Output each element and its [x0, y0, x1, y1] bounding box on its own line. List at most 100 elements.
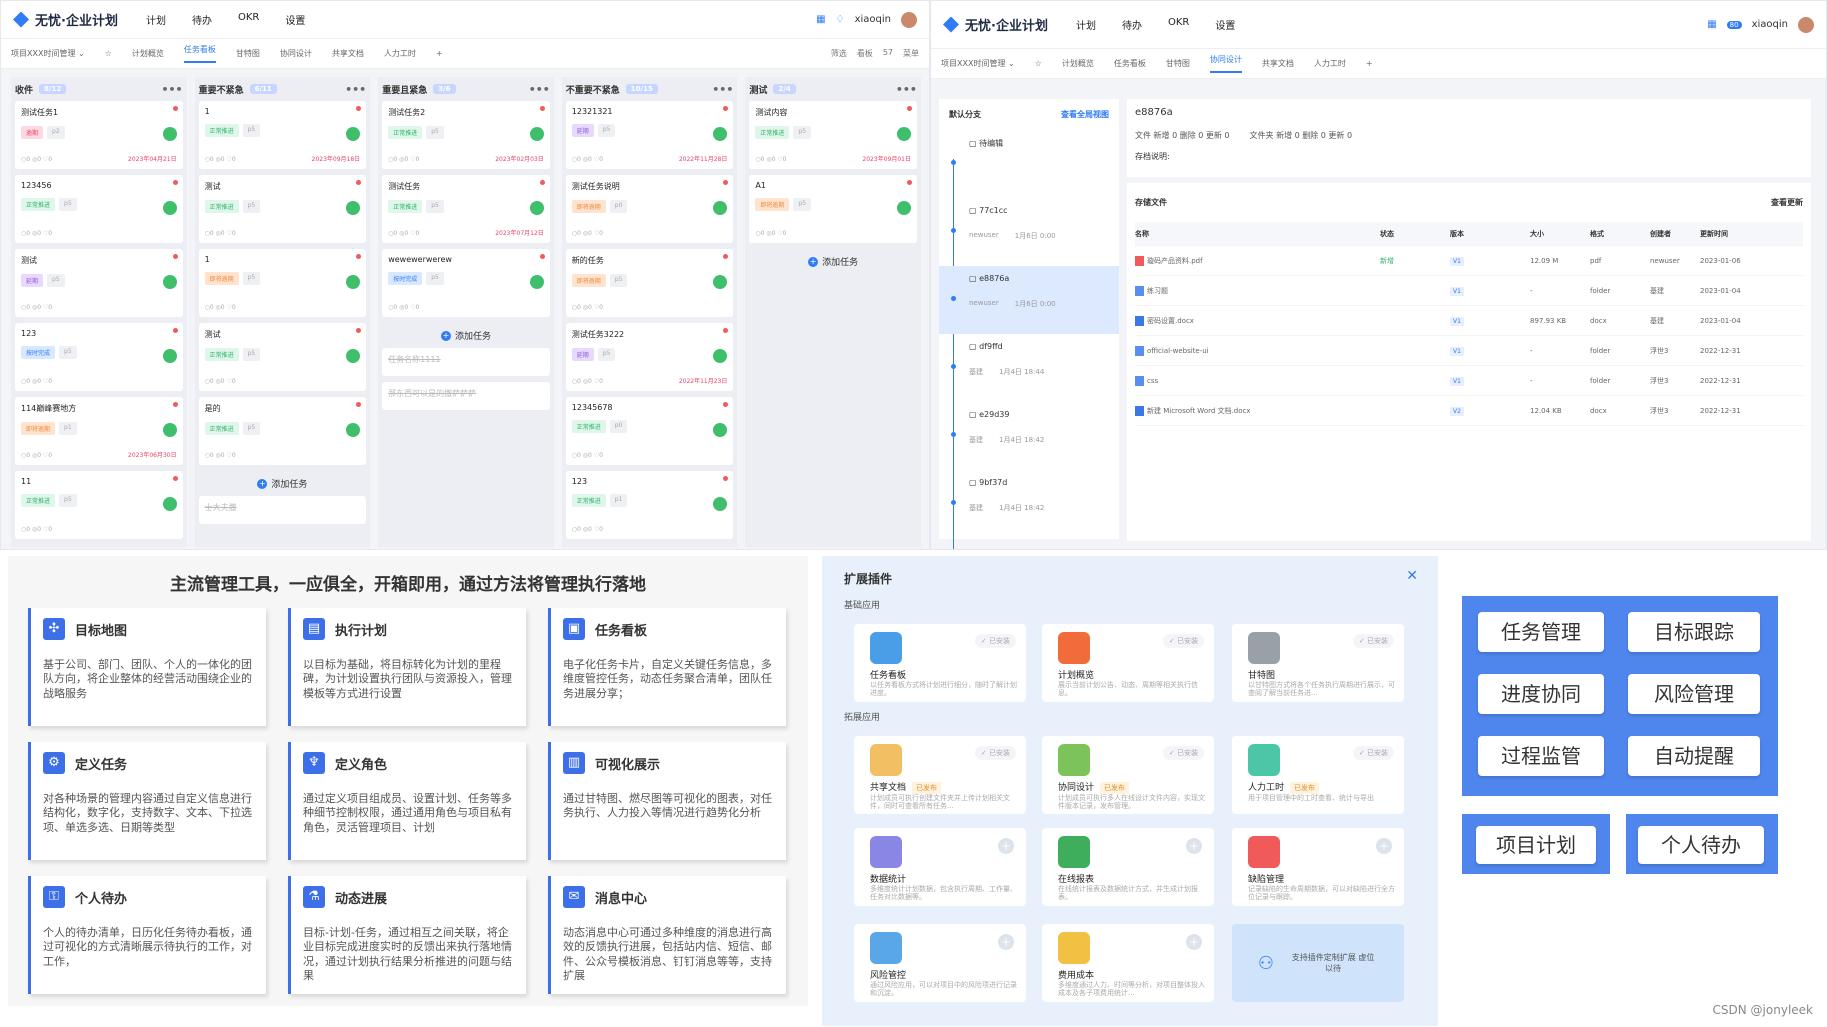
task-card[interactable]: 测试任务1 逾期 p2 ○0 ◎0 ♡0 2023年04月21日 — [15, 101, 183, 169]
add-task-button[interactable]: + 添加任务 — [199, 471, 367, 496]
assignee-avatar[interactable] — [529, 275, 544, 289]
tab-item[interactable]: 共享文档 — [1262, 58, 1294, 69]
tab-item[interactable]: 甘特图 — [236, 48, 260, 59]
completed-task[interactable]: 任务名称1111 — [382, 348, 550, 376]
assignee-avatar[interactable] — [713, 127, 728, 141]
more-icon[interactable]: ••• — [896, 83, 917, 96]
global-view-link[interactable]: 查看全局视图 — [1061, 109, 1109, 120]
tab-item[interactable]: 协同设计 — [280, 48, 312, 59]
add-plugin-icon[interactable]: + — [998, 838, 1014, 854]
assignee-avatar[interactable] — [162, 349, 177, 363]
assignee-avatar[interactable] — [162, 423, 177, 437]
plugin-card[interactable]: 数据统计 多维度统计计划数据，包含执行周期、工作量、任务对比数据等。 + — [854, 828, 1026, 906]
task-card[interactable]: 测试 正常推进 p5 ○0 ◎0 ♡0 — [198, 323, 367, 391]
project-plan-button[interactable]: 项目计划 — [1476, 826, 1596, 864]
add-plugin-icon[interactable]: + — [1186, 934, 1202, 950]
assignee-avatar[interactable] — [529, 201, 544, 215]
project-selector[interactable]: 项目XXX时间管理 ⌄ — [11, 48, 85, 59]
add-task-button[interactable]: + 添加任务 — [382, 323, 550, 348]
task-card[interactable]: 测试内容 正常推进 p5 ○0 ◎0 ♡0 2023年09月01日 — [749, 101, 917, 169]
toolbar-item[interactable]: 57 — [883, 48, 893, 59]
tab-item[interactable]: 协同设计 — [1209, 54, 1242, 73]
toolbar-item[interactable]: 看板 — [857, 48, 873, 59]
plugin-card[interactable]: 协同设计 已发布 计划成员可执行多人在线设计文件内容，实现文件版本记录，发布管理。 ✓… — [1042, 736, 1214, 814]
nav-item[interactable]: OKR — [238, 12, 259, 27]
version-item[interactable]: ▢ e8876a newuser 1月6日 0:00 — [939, 266, 1119, 334]
nav-item[interactable]: 待办 — [1122, 17, 1142, 32]
version-item[interactable]: ▢ 待编辑 — [939, 130, 1119, 198]
nav-item[interactable]: OKR — [1168, 17, 1189, 32]
nav-item[interactable]: 待办 — [192, 12, 212, 27]
personal-todo-button[interactable]: 个人待办 — [1638, 826, 1764, 864]
task-card[interactable]: A1 即将逾期 p5 ○0 ◎0 ♡0 — [749, 175, 917, 243]
add-tab-icon[interactable]: + — [436, 49, 443, 58]
file-name[interactable]: 新建 Microsoft Word 文档.docx — [1135, 405, 1380, 416]
task-card[interactable]: 测试任务说明 即将逾期 p0 ○0 ◎0 ♡0 — [565, 175, 734, 243]
assignee-avatar[interactable] — [713, 423, 728, 437]
task-card[interactable]: 123456 正常推进 p5 ○0 ◎0 ♡0 — [15, 175, 183, 243]
tab-item[interactable]: 计划概览 — [1062, 58, 1094, 69]
add-plugin-icon[interactable]: + — [998, 934, 1014, 950]
version-item[interactable]: ▢ e29d39 基建 1月4日 18:42 — [939, 402, 1119, 470]
progress-collab-button[interactable]: 进度协同 — [1478, 674, 1604, 714]
task-card[interactable]: 测试 正常推进 p5 ○0 ◎0 ♡0 — [198, 175, 367, 243]
task-card[interactable]: 114巅峰赛地方 即将逾期 p1 ○0 ◎0 ♡0 2023年06月30日 — [15, 397, 183, 465]
completed-task[interactable]: 士大夫撒 — [198, 496, 367, 524]
project-selector[interactable]: 项目XXX时间管理 ⌄ — [941, 58, 1015, 69]
table-row[interactable]: css V1 - folder 浮世3 2022-12-31 — [1135, 366, 1803, 396]
task-card[interactable]: wewewerwerew 按时完成 p5 ○0 ◎0 ♡0 — [382, 249, 550, 317]
assignee-avatar[interactable] — [162, 127, 177, 141]
assignee-avatar[interactable] — [162, 275, 177, 289]
assignee-avatar[interactable] — [713, 497, 728, 511]
more-icon[interactable]: ••• — [529, 83, 550, 96]
table-row[interactable]: official-website-ui V1 - folder 浮世3 2022-12-3… — [1135, 336, 1803, 366]
task-card[interactable]: 123 按时完成 p5 ○0 ◎0 ♡0 — [15, 323, 183, 391]
table-row[interactable]: 密码设置.docx V1 897.93 KB docx 基建 2023-01-04 — [1135, 306, 1803, 336]
add-tab-icon[interactable]: + — [1366, 59, 1373, 68]
view-update-toggle[interactable]: 查看更新 — [1771, 197, 1803, 208]
file-name[interactable]: 练习题 — [1135, 285, 1380, 296]
grid-icon[interactable]: ▦ — [816, 14, 825, 25]
more-icon[interactable]: ••• — [712, 83, 733, 96]
task-management-button[interactable]: 任务管理 — [1478, 612, 1604, 652]
grid-icon[interactable]: ▦ — [1707, 19, 1716, 30]
version-item[interactable]: ▢ 77c1cc newuser 1月6日 0:00 — [939, 198, 1119, 266]
table-row[interactable]: 练习题 V1 - folder 基建 2023-01-04 — [1135, 276, 1803, 306]
file-name[interactable]: official-website-ui — [1135, 345, 1380, 356]
assignee-avatar[interactable] — [346, 127, 361, 141]
task-card[interactable]: 测试任务 正常推进 p5 ○0 ◎0 ♡0 2023年07月12日 — [382, 175, 550, 243]
risk-management-button[interactable]: 风险管理 — [1628, 674, 1760, 714]
task-card[interactable]: 新的任务 即将逾期 p5 ○0 ◎0 ♡0 — [565, 249, 734, 317]
more-icon[interactable]: ••• — [162, 83, 183, 96]
completed-task[interactable]: 那东西可以是的撒萨萨萨 — [382, 382, 550, 410]
file-name[interactable]: 璇码产品资料.pdf — [1135, 255, 1380, 266]
plugin-card[interactable]: 人力工时 已发布 用于项目管理中的工时查看、统计与导出 ✓ 已安装 — [1232, 736, 1404, 814]
tab-item[interactable]: 人力工时 — [1314, 58, 1346, 69]
assignee-avatar[interactable] — [162, 201, 177, 215]
nav-item[interactable]: 计划 — [146, 12, 166, 27]
assignee-avatar[interactable] — [346, 275, 361, 289]
task-card[interactable]: 测试 延期 p5 ○0 ◎0 ♡0 — [15, 249, 183, 317]
table-row[interactable]: 新建 Microsoft Word 文档.docx V2 12.04 KB docx 浮… — [1135, 396, 1803, 426]
task-card[interactable]: 12321321 延期 p5 ○0 ◎0 ♡0 2022年11月28日 — [565, 101, 734, 169]
toolbar-item[interactable]: 筛选 — [831, 48, 847, 59]
tab-item[interactable]: 甘特图 — [1166, 58, 1190, 69]
plugin-card[interactable]: 在线报表 在线统计报表及数据统计方式，并生成计划报表。 + — [1042, 828, 1214, 906]
task-card[interactable]: 测试任务3222 延期 p5 ○0 ◎0 ♡0 2022年11月23日 — [565, 323, 734, 391]
tab-item[interactable]: 人力工时 — [384, 48, 416, 59]
add-plugin-icon[interactable]: + — [1186, 838, 1202, 854]
star-icon[interactable]: ☆ — [1035, 59, 1042, 68]
tab-item[interactable]: 任务看板 — [183, 44, 216, 63]
close-icon[interactable]: ✕ — [1406, 568, 1418, 584]
nav-item[interactable]: 计划 — [1076, 17, 1096, 32]
task-card[interactable]: 测试任务2 正常推进 p5 ○0 ◎0 ♡0 2023年02月03日 — [382, 101, 550, 169]
process-monitoring-button[interactable]: 过程监管 — [1478, 736, 1604, 776]
tab-item[interactable]: 任务看板 — [1114, 58, 1146, 69]
star-icon[interactable]: ☆ — [105, 49, 112, 58]
plugin-card[interactable]: 甘特图 以甘特图方式将各个任务执行周期进行展示，可查阅了解当前任务进... ✓ 已安… — [1232, 624, 1404, 702]
more-icon[interactable]: ••• — [345, 83, 366, 96]
assignee-avatar[interactable] — [529, 127, 544, 141]
task-card[interactable]: 12345678 正常推进 p0 ○0 ◎0 ♡0 — [565, 397, 734, 465]
assignee-avatar[interactable] — [896, 201, 911, 215]
tab-item[interactable]: 共享文档 — [332, 48, 364, 59]
